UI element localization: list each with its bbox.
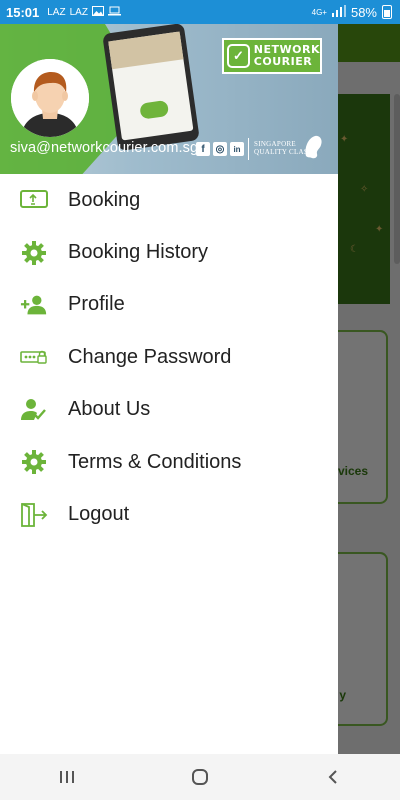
drawer-menu: Booking Booking History Profile Change P…: [0, 174, 338, 541]
back-button[interactable]: [313, 762, 353, 792]
menu-item-logout[interactable]: Logout: [0, 488, 338, 540]
battery-icon: [382, 5, 392, 19]
menu-item-label: Profile: [68, 293, 125, 316]
laptop-icon: [107, 6, 121, 19]
signal-icon: [331, 4, 346, 20]
gear-icon: [20, 448, 48, 476]
menu-item-label: Logout: [68, 503, 130, 526]
lazada-notification-icon: LAZ: [69, 6, 88, 18]
user-email: siva@networkcourier.com.sg: [10, 140, 199, 156]
gear-icon: [20, 239, 48, 267]
image-icon: [91, 5, 104, 19]
lazada-notification-icon: LAZ: [47, 6, 66, 18]
booking-icon: [20, 186, 48, 214]
back-icon: [328, 770, 338, 784]
menu-item-profile[interactable]: Profile: [0, 279, 338, 331]
add-person-icon: [20, 291, 48, 319]
linkedin-icon[interactable]: in: [230, 142, 244, 156]
menu-item-about-us[interactable]: About Us: [0, 384, 338, 436]
system-nav-bar: [0, 754, 400, 800]
navigation-drawer: ✓ NETWORK COURIER siva@networkcourier.co…: [0, 24, 338, 754]
avatar[interactable]: [11, 59, 89, 137]
phone-illustration: [102, 24, 200, 152]
divider: [248, 138, 249, 160]
lion-icon: [305, 135, 322, 159]
recent-apps-icon: [59, 771, 74, 783]
instagram-icon[interactable]: ◎: [213, 142, 227, 156]
network-type: 4G+: [311, 7, 327, 17]
logo-mark-icon: ✓: [227, 44, 250, 68]
drawer-header: ✓ NETWORK COURIER siva@networkcourier.co…: [0, 24, 338, 174]
verified-person-icon: [20, 396, 48, 424]
menu-item-booking[interactable]: Booking: [0, 174, 338, 226]
recent-apps-button[interactable]: [47, 762, 87, 792]
clock: 15:01: [6, 4, 40, 20]
home-button[interactable]: [180, 762, 220, 792]
menu-item-change-password[interactable]: Change Password: [0, 331, 338, 383]
network-courier-logo: ✓ NETWORK COURIER: [222, 38, 322, 74]
menu-item-label: Booking: [68, 188, 141, 211]
menu-item-label: Terms & Conditions: [68, 450, 242, 473]
status-bar: 15:01 LAZ LAZ 4G+ 58%: [0, 0, 400, 24]
home-icon: [191, 769, 208, 785]
menu-item-label: Booking History: [68, 241, 209, 264]
battery-percent: 58%: [350, 4, 377, 20]
logout-icon: [20, 501, 48, 529]
menu-item-label: Change Password: [68, 345, 232, 368]
menu-item-terms-conditions[interactable]: Terms & Conditions: [0, 436, 338, 488]
menu-item-booking-history[interactable]: Booking History: [0, 226, 338, 278]
notification-icons: LAZ LAZ: [47, 5, 121, 19]
password-icon: [20, 343, 48, 371]
logo-text-line2: COURIER: [253, 55, 313, 68]
menu-item-label: About Us: [68, 398, 151, 421]
facebook-icon[interactable]: f: [196, 142, 210, 156]
